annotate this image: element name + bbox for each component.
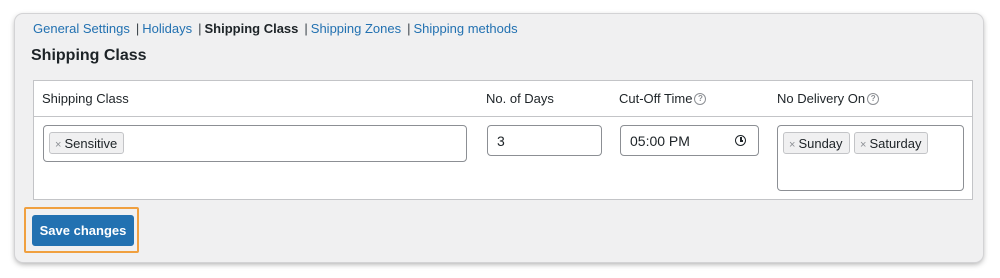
nav-link-holidays[interactable]: Holidays <box>142 21 192 36</box>
nav-link-shipping-zones[interactable]: Shipping Zones <box>311 21 401 36</box>
nav-link-general-settings[interactable]: General Settings <box>33 21 130 36</box>
tag-remove-icon[interactable]: × <box>789 139 795 151</box>
nav-current-shipping-class: Shipping Class <box>204 21 299 36</box>
clock-icon[interactable] <box>735 135 746 146</box>
settings-panel: General Settings | Holidays | Shipping C… <box>15 14 983 262</box>
column-header-cutoff-time: Cut-Off Time ? <box>619 91 707 106</box>
tag-saturday: × Saturday <box>854 132 929 154</box>
nav-separator: | <box>198 21 202 36</box>
no-of-days-value: 3 <box>497 133 505 149</box>
settings-subnav: General Settings | Holidays | Shipping C… <box>33 21 518 36</box>
tag-remove-icon[interactable]: × <box>55 139 61 151</box>
column-header-no-delivery-on: No Delivery On ? <box>777 91 880 106</box>
nav-link-shipping-methods[interactable]: Shipping methods <box>414 21 518 36</box>
cutoff-time-input[interactable]: 05:00 PM <box>620 125 759 156</box>
tag-sunday: × Sunday <box>783 132 850 154</box>
no-of-days-input[interactable]: 3 <box>487 125 602 156</box>
help-icon[interactable]: ? <box>694 92 707 105</box>
tag-label: Saturday <box>869 136 922 151</box>
no-delivery-on-select[interactable]: × Sunday × Saturday <box>777 125 964 191</box>
save-changes-button[interactable]: Save changes <box>32 215 134 246</box>
page-title: Shipping Class <box>31 47 147 64</box>
column-header-no-of-days: No. of Days <box>486 91 554 106</box>
nav-separator: | <box>407 21 411 36</box>
help-icon[interactable]: ? <box>867 92 880 105</box>
save-button-highlight: Save changes <box>24 207 139 253</box>
column-header-shipping-class: Shipping Class <box>42 91 129 106</box>
table-header-row: Shipping Class No. of Days Cut-Off Time … <box>34 81 972 117</box>
tag-label: Sensitive <box>64 136 118 151</box>
nav-separator: | <box>304 21 308 36</box>
nav-separator: | <box>135 21 140 36</box>
tag-remove-icon[interactable]: × <box>860 139 866 151</box>
cutoff-time-label: Cut-Off Time <box>619 91 693 106</box>
cutoff-time-value: 05:00 PM <box>630 133 690 149</box>
tag-label: Sunday <box>798 136 843 151</box>
shipping-class-table: Shipping Class No. of Days Cut-Off Time … <box>33 80 973 200</box>
tag-sensitive: × Sensitive <box>49 132 125 154</box>
shipping-class-select[interactable]: × Sensitive <box>43 125 467 162</box>
no-delivery-on-label: No Delivery On <box>777 91 866 106</box>
